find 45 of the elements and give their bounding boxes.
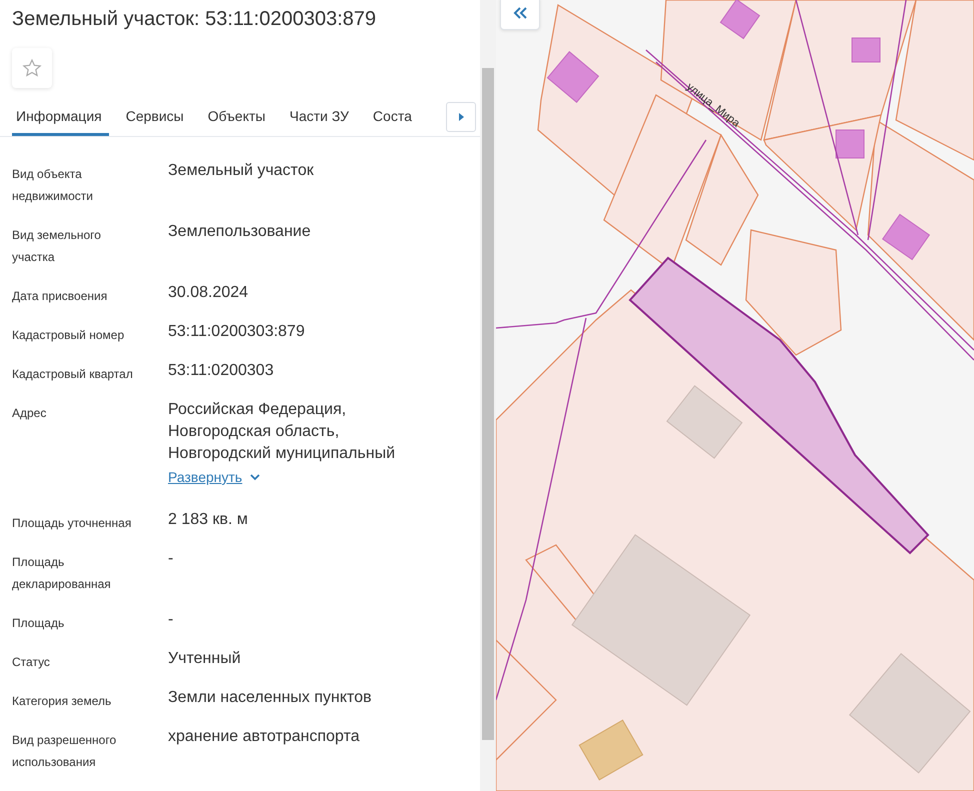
field-label: Вид объекта недвижимости	[12, 166, 94, 205]
scrollbar-thumb[interactable]	[482, 68, 494, 740]
field-label: Площадь	[12, 615, 66, 632]
field-label: Площадь уточненная	[12, 515, 132, 532]
field-label: Площадь декларированная	[12, 554, 112, 593]
star-icon	[22, 58, 42, 78]
scroll-tabs-button[interactable]	[446, 102, 476, 132]
tab[interactable]: Информация	[12, 100, 109, 136]
field-label: Кадастровый квартал	[12, 366, 134, 383]
field-label: Дата присвоения	[12, 288, 108, 305]
field-label: Кадастровый номер	[12, 327, 126, 344]
building	[836, 130, 864, 158]
tab[interactable]: Соста	[366, 100, 419, 136]
tab[interactable]: Объекты	[200, 100, 272, 136]
expand-link[interactable]: Развернуть	[168, 469, 260, 485]
double-chevron-left-icon	[512, 6, 528, 20]
field-label: Вид разрешенного использования	[12, 732, 118, 771]
chevron-down-icon	[250, 474, 260, 480]
field-value: 2 183 кв. м	[168, 510, 249, 530]
field-label: Статус	[12, 654, 51, 671]
field-value: 53:11:0200303	[168, 361, 275, 381]
tab[interactable]: Части ЗУ	[282, 100, 356, 136]
field-value: 53:11:0200303:879	[168, 322, 306, 342]
field-value: Земельный участок	[168, 161, 315, 181]
collapse-panel-button[interactable]	[500, 0, 540, 30]
address-line: Новгородская область,	[168, 422, 340, 442]
field-value: хранение автотранспорта	[168, 727, 361, 747]
triangle-right-icon	[457, 112, 465, 122]
field-label: Категория земель	[12, 693, 112, 710]
field-value: Земли населенных пунктов	[168, 688, 372, 708]
selected-parcel[interactable]	[628, 256, 930, 554]
building	[852, 38, 880, 62]
field-value: 30.08.2024	[168, 283, 250, 303]
page-title: Земельный участок: 53:11:0200303:879	[12, 7, 378, 32]
address-line: Новгородский муниципальный	[168, 444, 396, 464]
field-label: Вид земельного участка	[12, 227, 102, 266]
field-value: Землепользование	[168, 222, 312, 242]
tab[interactable]: Сервисы	[118, 100, 191, 136]
scrollbar[interactable]	[480, 0, 496, 791]
field-value: -	[168, 549, 174, 569]
field-label: Адрес	[12, 405, 48, 422]
field-value: -	[168, 610, 174, 630]
favorite-button[interactable]	[12, 48, 52, 88]
field-value: Учтенный	[168, 649, 242, 669]
address-line: Российская Федерация,	[168, 400, 348, 420]
